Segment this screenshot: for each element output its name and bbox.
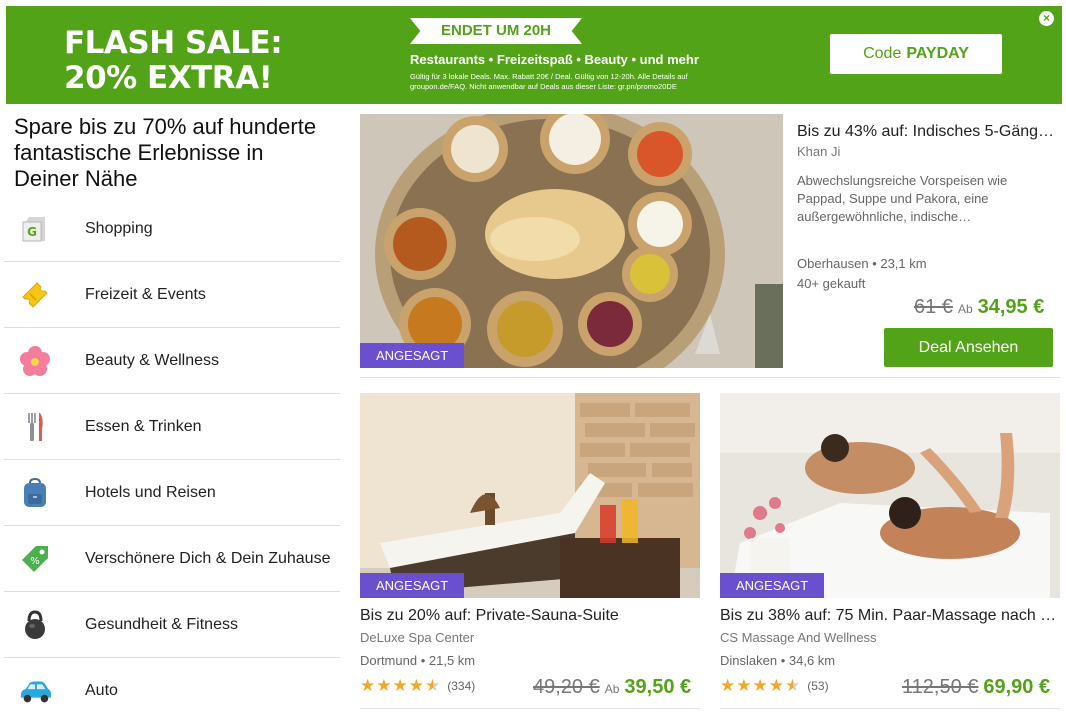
category-label: Beauty & Wellness xyxy=(85,351,219,369)
category-label: Essen & Trinken xyxy=(85,417,202,435)
price-from-label: Ab xyxy=(604,682,620,696)
old-price: 61 € xyxy=(914,296,953,318)
new-price: 69,90 € xyxy=(983,676,1051,698)
kettlebell-icon xyxy=(18,608,52,642)
category-label: Hotels und Reisen xyxy=(85,483,216,501)
category-label: Freizeit & Events xyxy=(85,285,206,303)
ends-at-ribbon: ENDET UM 20H xyxy=(410,18,582,44)
category-label: Gesundheit & Fitness xyxy=(85,615,238,633)
star-rating: ★ ★ ★ ★ ★ (334) xyxy=(360,677,475,695)
star-icon: ★ xyxy=(768,676,784,695)
divider xyxy=(360,377,1060,378)
new-price: 34,95 € xyxy=(977,296,1045,318)
deal-title[interactable]: Bis zu 43% auf: Indisches 5-Gänge-Menü xyxy=(797,122,1055,142)
category-essen-trinken[interactable]: Essen & Trinken xyxy=(4,394,340,460)
deal-price: 112,50 € 69,90 € xyxy=(902,676,1050,699)
star-icon: ★ xyxy=(720,676,736,695)
deal-bought-count: 40+ gekauft xyxy=(797,276,866,291)
backpack-icon xyxy=(18,476,52,510)
star-icon: ★ xyxy=(376,676,392,695)
banner-categories: Restaurants • Freizeitspaß • Beauty • un… xyxy=(410,52,699,67)
flash-sale-banner[interactable]: FLASH SALE: 20% EXTRA! ENDET UM 20H Rest… xyxy=(6,6,1062,104)
category-list: G Shopping Freizeit & Events Beauty & We… xyxy=(4,196,340,714)
deal-title[interactable]: Bis zu 38% auf: 75 Min. Paar-Massage nac… xyxy=(720,606,1060,626)
deal-location: Dinslaken • 34,6 km xyxy=(720,653,835,668)
trending-badge: ANGESAGT xyxy=(360,573,465,598)
star-icon: ★ xyxy=(736,676,752,695)
category-verschoenere-zuhause[interactable]: % Verschönere Dich & Dein Zuhause xyxy=(4,526,340,592)
star-icon: ★ xyxy=(360,676,376,695)
rating-count: (53) xyxy=(807,679,829,693)
deal-price: 61 € Ab 34,95 € xyxy=(914,296,1044,319)
star-rating: ★ ★ ★ ★ ★ (53) xyxy=(720,677,829,695)
deal-distance: • 34,6 km xyxy=(780,653,836,668)
indian-thali-platter-image[interactable]: ANGESAGT xyxy=(360,114,783,368)
category-label: Shopping xyxy=(85,219,153,237)
star-icon: ★ xyxy=(408,676,424,695)
price-from-label: Ab xyxy=(957,302,973,316)
deal-description: Abwechslungsreiche Vorspeisen wie Pappad… xyxy=(797,173,1008,224)
promo-code-value: PAYDAY xyxy=(906,45,969,62)
category-auto[interactable]: Auto xyxy=(4,658,340,714)
category-freizeit-events[interactable]: Freizeit & Events xyxy=(4,262,340,328)
deal-city: Oberhausen xyxy=(797,256,869,271)
banner-fine-print: Gültig für 3 lokale Deals. Max. Rabatt 2… xyxy=(410,72,688,91)
deal-merchant: DeLuxe Spa Center xyxy=(360,630,475,645)
deal-location: Oberhausen • 23,1 km xyxy=(797,256,927,271)
sauna-lounger-image[interactable]: ANGESAGT xyxy=(360,393,700,598)
car-icon xyxy=(18,674,52,708)
promo-code-button[interactable]: Code PAYDAY xyxy=(830,34,1002,74)
half-star-icon: ★ xyxy=(785,676,801,695)
deal-location: Dortmund • 21,5 km xyxy=(360,653,475,668)
category-beauty-wellness[interactable]: Beauty & Wellness xyxy=(4,328,340,394)
deal-distance: • 21,5 km xyxy=(420,653,476,668)
page-headline: Spare bis zu 70% auf hunderte fantastisc… xyxy=(14,114,317,191)
divider xyxy=(720,708,1060,709)
star-icon: ★ xyxy=(752,676,768,695)
shopping-bag-icon: G xyxy=(18,212,52,246)
category-hotels-reisen[interactable]: Hotels und Reisen xyxy=(4,460,340,526)
category-shopping[interactable]: G Shopping xyxy=(4,196,340,262)
promo-code-label: Code xyxy=(863,45,902,62)
close-icon[interactable]: × xyxy=(1039,11,1054,26)
cutlery-icon xyxy=(18,410,52,444)
svg-text:G: G xyxy=(27,225,37,239)
half-star-icon: ★ xyxy=(425,676,441,695)
trending-badge: ANGESAGT xyxy=(720,573,825,598)
trending-badge: ANGESAGT xyxy=(360,343,465,368)
couple-massage-image[interactable]: ANGESAGT xyxy=(720,393,1060,598)
category-label: Auto xyxy=(85,682,118,699)
deal-title[interactable]: Bis zu 20% auf: Private-Sauna-Suite xyxy=(360,606,700,626)
star-icon: ★ xyxy=(392,676,408,695)
new-price: 39,50 € xyxy=(624,676,692,698)
view-deal-button[interactable]: Deal Ansehen xyxy=(884,328,1053,367)
deal-merchant: CS Massage And Wellness xyxy=(720,630,877,645)
flower-icon xyxy=(18,344,52,378)
tag-icon: % xyxy=(18,542,52,576)
deal-distance: • 23,1 km xyxy=(872,256,927,271)
svg-text:%: % xyxy=(30,556,40,567)
deal-city: Dinslaken xyxy=(720,653,778,668)
deal-merchant: Khan Ji xyxy=(797,144,841,159)
banner-headline: FLASH SALE: 20% EXTRA! xyxy=(64,25,283,96)
old-price: 49,20 € xyxy=(533,676,600,698)
category-gesundheit-fitness[interactable]: Gesundheit & Fitness xyxy=(4,592,340,658)
category-label: Verschönere Dich & Dein Zuhause xyxy=(85,549,331,567)
old-price: 112,50 € xyxy=(902,676,979,698)
deal-city: Dortmund xyxy=(360,653,418,668)
divider xyxy=(360,708,700,709)
ticket-icon xyxy=(18,278,52,312)
deal-price: 49,20 € Ab 39,50 € xyxy=(533,676,691,699)
rating-count: (334) xyxy=(447,679,476,693)
